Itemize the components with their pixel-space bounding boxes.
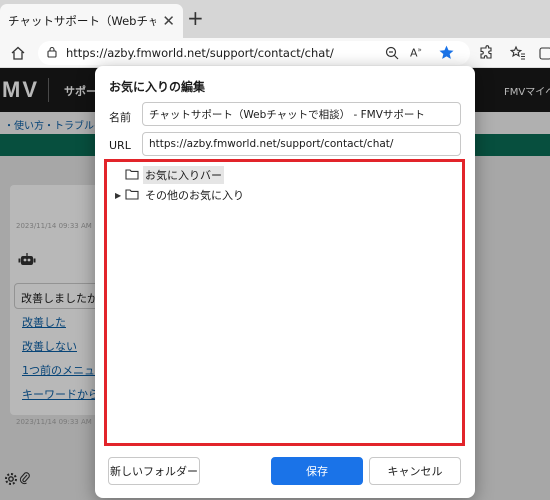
collections-icon[interactable]: [536, 43, 550, 63]
extensions-icon[interactable]: [476, 43, 496, 63]
tab-title: チャットサポート（Webチャットで相談）: [8, 14, 157, 28]
url-label: URL: [109, 139, 131, 152]
favorites-icon[interactable]: [508, 43, 528, 63]
dialog-title: お気に入りの編集: [109, 80, 206, 94]
folder-label: お気に入りバー: [143, 166, 224, 184]
folder-icon: [125, 188, 139, 203]
browser-toolbar: https://azby.fmworld.net/support/contact…: [0, 38, 550, 68]
new-folder-button[interactable]: 新しいフォルダー: [108, 457, 200, 485]
expand-caret-icon[interactable]: ▶: [115, 191, 125, 200]
name-label: 名前: [109, 111, 131, 124]
folder-icon: [125, 168, 139, 183]
folder-tree[interactable]: お気に入りバー ▶ その他のお気に入り: [104, 159, 465, 446]
name-field[interactable]: [142, 102, 461, 126]
lock-icon[interactable]: [46, 46, 58, 61]
new-tab-icon[interactable]: +: [187, 8, 204, 28]
tab-strip: チャットサポート（Webチャットで相談） ✕ +: [0, 0, 550, 38]
folder-label: その他のお気に入り: [145, 189, 244, 202]
home-icon[interactable]: [8, 43, 28, 63]
address-url: https://azby.fmworld.net/support/contact…: [66, 46, 334, 60]
read-aloud-icon[interactable]: A»: [410, 46, 422, 60]
cancel-button[interactable]: キャンセル: [369, 457, 461, 485]
zoom-icon[interactable]: [384, 45, 400, 64]
address-bar[interactable]: https://azby.fmworld.net/support/contact…: [38, 41, 470, 65]
favorite-star-icon[interactable]: [438, 44, 455, 64]
edit-favorite-dialog: お気に入りの編集 名前 URL お気に入りバー ▶ その他のお気に入り 新しいフ…: [95, 66, 475, 498]
browser-tab[interactable]: チャットサポート（Webチャットで相談） ✕: [0, 4, 183, 38]
close-tab-icon[interactable]: ✕: [162, 12, 175, 30]
folder-item-favorites-bar[interactable]: お気に入りバー: [115, 166, 224, 184]
url-field[interactable]: [142, 132, 461, 156]
folder-item-other-favorites[interactable]: ▶ その他のお気に入り: [115, 186, 246, 204]
save-button[interactable]: 保存: [271, 457, 363, 485]
